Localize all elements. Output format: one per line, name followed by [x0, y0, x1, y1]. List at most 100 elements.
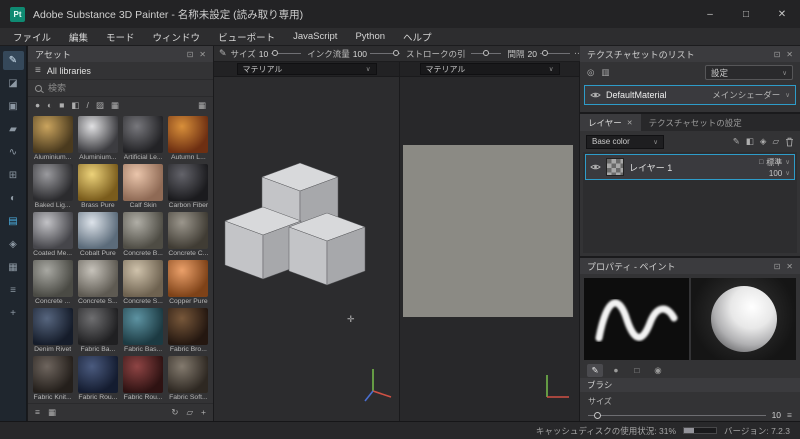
brush-icon[interactable]: ✎: [219, 48, 227, 59]
brush-section-header[interactable]: ブラシ: [580, 378, 800, 392]
smudge-tool-icon[interactable]: ∿: [3, 143, 24, 162]
eraser-tool-icon[interactable]: ◪: [3, 74, 24, 93]
slider-handle[interactable]: [392, 50, 399, 56]
menu-item[interactable]: モード: [97, 30, 144, 44]
material-item[interactable]: Carbon Fiber: [167, 164, 210, 210]
brush-tab-icon[interactable]: ✎: [587, 363, 603, 377]
maximize-button[interactable]: □: [728, 0, 764, 28]
delete-layer-icon[interactable]: [785, 137, 794, 147]
filter-alphas-icon[interactable]: ▨: [96, 101, 104, 110]
channel-dropdown[interactable]: Base color ∨: [586, 134, 664, 149]
material-item[interactable]: Fabric Rou...: [122, 356, 165, 402]
menu-item[interactable]: 編集: [60, 30, 97, 44]
material-item[interactable]: Concrete B...: [122, 212, 165, 258]
slider[interactable]: [271, 49, 302, 59]
material-picker-tool-icon[interactable]: ◐: [3, 189, 24, 208]
slider-handle[interactable]: [542, 50, 549, 56]
grid-tool-icon[interactable]: ▦: [3, 258, 24, 277]
float-panel-icon[interactable]: ⊡: [187, 50, 194, 59]
polygon-fill-tool-icon[interactable]: ▰: [3, 120, 24, 139]
material-item[interactable]: Concrete S...: [76, 260, 119, 306]
slider-handle[interactable]: [593, 411, 601, 419]
filter-smart-masks-icon[interactable]: ■: [59, 101, 64, 110]
filter-materials-icon[interactable]: ●: [35, 101, 40, 110]
add-mask-icon[interactable]: ✎: [733, 137, 740, 146]
slider-options-icon[interactable]: ≡: [787, 411, 792, 420]
close-button[interactable]: ✕: [764, 0, 800, 28]
add-folder-icon[interactable]: ▱: [772, 137, 779, 146]
slider[interactable]: [369, 49, 400, 59]
quick-mask-tool-icon[interactable]: ▤: [3, 212, 24, 231]
slider[interactable]: [471, 49, 502, 59]
search-input[interactable]: [48, 83, 206, 93]
display-mode-dropdown-3d[interactable]: マテリアル ∨: [236, 63, 377, 75]
menu-item[interactable]: JavaScript: [284, 31, 346, 42]
filter-brushes-icon[interactable]: /: [86, 101, 88, 110]
symmetry-tool-icon[interactable]: ◈: [3, 235, 24, 254]
texture-set-row[interactable]: DefaultMaterial メインシェーダー ∨: [584, 85, 796, 105]
viewport-2d[interactable]: マテリアル ∨: [400, 62, 579, 421]
eye-icon[interactable]: [590, 91, 601, 99]
list-view-icon[interactable]: ≡: [35, 408, 40, 417]
menu-item[interactable]: ファイル: [4, 30, 60, 44]
view-settings-tool-icon[interactable]: ≡: [3, 281, 24, 300]
library-selector[interactable]: ≡ All libraries: [28, 62, 213, 80]
slider[interactable]: [539, 49, 570, 59]
display-mode-dropdown-2d[interactable]: マテリアル ∨: [419, 63, 560, 75]
texture-set-visibility-icon[interactable]: ◎: [587, 68, 594, 77]
texture-set-filter-icon[interactable]: ▥: [601, 68, 609, 77]
material-item[interactable]: Aluminium...: [76, 116, 119, 162]
add-resource-icon[interactable]: +: [201, 408, 206, 417]
menu-item[interactable]: ヘルプ: [394, 30, 441, 44]
material-item[interactable]: Calf Skin: [122, 164, 165, 210]
material-item[interactable]: Copper Pure: [167, 260, 210, 306]
material-item[interactable]: Brass Pure: [76, 164, 119, 210]
float-panel-icon[interactable]: ⊡: [774, 262, 781, 271]
material-item[interactable]: Concrete C...: [167, 212, 210, 258]
material-item[interactable]: Fabric Bro...: [167, 308, 210, 354]
alpha-tab-icon[interactable]: ●: [608, 364, 624, 377]
material-item[interactable]: Baked Lig...: [31, 164, 74, 210]
navigation-gizmo-3d[interactable]: [361, 361, 397, 407]
add-fill-layer-icon[interactable]: ◧: [746, 137, 754, 146]
size-slider[interactable]: [588, 411, 766, 420]
close-panel-icon[interactable]: ✕: [199, 50, 206, 59]
filter-textures-icon[interactable]: ▦: [111, 101, 119, 110]
clone-tool-icon[interactable]: ⊞: [3, 166, 24, 185]
menu-item[interactable]: ウィンドウ: [144, 30, 210, 44]
material-item[interactable]: Aluminium...: [31, 116, 74, 162]
close-panel-icon[interactable]: ✕: [786, 50, 793, 59]
add-smart-material-icon[interactable]: ◈: [760, 137, 767, 146]
filter-filters-icon[interactable]: ◧: [71, 101, 79, 110]
navigation-gizmo-2d[interactable]: [539, 363, 575, 407]
import-resources-icon[interactable]: ▱: [186, 408, 193, 417]
material-item[interactable]: Fabric Rou...: [76, 356, 119, 402]
grid-view-icon[interactable]: ▦: [198, 101, 206, 110]
material-item[interactable]: Autumn L...: [167, 116, 210, 162]
close-panel-icon[interactable]: ✕: [786, 262, 793, 271]
material-item[interactable]: Concrete ...: [31, 260, 74, 306]
slider-handle[interactable]: [271, 50, 278, 56]
material-item[interactable]: Fabric Bas...: [122, 308, 165, 354]
material-item[interactable]: Denim Rivet: [31, 308, 74, 354]
thumbnail-view-icon[interactable]: ▦: [48, 408, 56, 417]
material-item[interactable]: Fabric Ba...: [76, 308, 119, 354]
viewport-3d[interactable]: マテリアル ∨ ✛: [214, 62, 399, 421]
material-tab-icon[interactable]: ◉: [650, 364, 666, 377]
float-panel-icon[interactable]: ⊡: [774, 50, 781, 59]
stencil-tab-icon[interactable]: □: [629, 364, 645, 377]
material-item[interactable]: Concrete S...: [122, 260, 165, 306]
blend-mode-dropdown[interactable]: 標準: [766, 157, 782, 168]
eye-icon[interactable]: [590, 163, 601, 171]
layer-row[interactable]: レイヤー 1 □ 標準 ∨ 100 ∨: [585, 154, 795, 180]
tab-texture-set-settings[interactable]: テクスチャセットの設定: [641, 114, 750, 131]
menu-item[interactable]: ビューポート: [209, 30, 284, 44]
material-item[interactable]: Cobalt Pure: [76, 212, 119, 258]
opacity-dropdown[interactable]: 100: [769, 169, 782, 178]
minimize-button[interactable]: –: [692, 0, 728, 28]
close-tab-icon[interactable]: ✕: [627, 119, 633, 127]
add-tool-icon[interactable]: +: [3, 304, 24, 323]
paint-tool-icon[interactable]: ✎: [2, 51, 24, 70]
material-item[interactable]: Fabric Knit...: [31, 356, 74, 402]
material-item[interactable]: Fabric Soft...: [167, 356, 210, 402]
